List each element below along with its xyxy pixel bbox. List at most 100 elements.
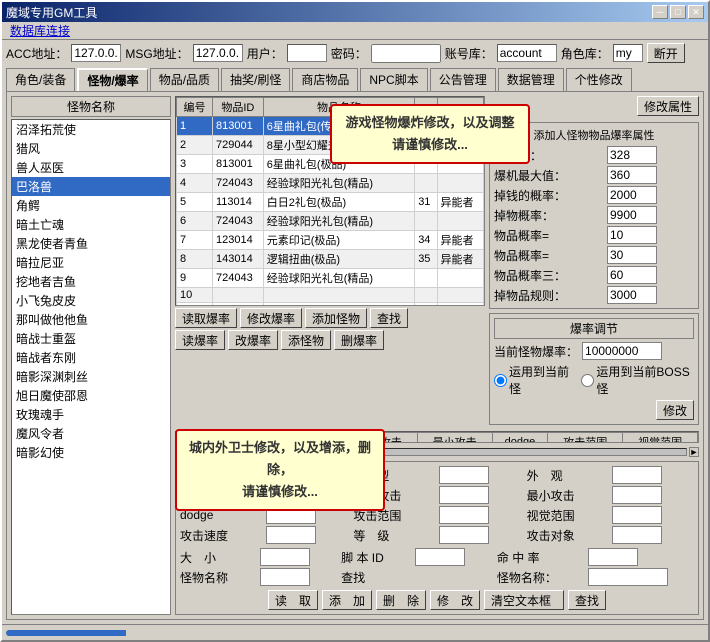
tab-lottery[interactable]: 抽奖/刷怪	[221, 68, 290, 91]
add-monster-button[interactable]: 添加怪物	[305, 308, 367, 328]
list-item[interactable]: 魔风令者	[12, 424, 170, 443]
edit-viewrange-input[interactable]	[612, 506, 662, 524]
edit-size-input[interactable]	[260, 548, 310, 566]
edit-view-input[interactable]	[612, 466, 662, 484]
add2-button[interactable]: 添怪物	[281, 330, 331, 350]
list-item[interactable]: 兽人巫医	[12, 158, 170, 177]
msg-input[interactable]	[193, 44, 243, 62]
role-input[interactable]	[613, 44, 643, 62]
list-item[interactable]: 暗战者东刚	[12, 348, 170, 367]
current-rate-input[interactable]	[582, 342, 662, 360]
restore-button[interactable]: □	[670, 5, 686, 19]
list-item[interactable]: 挖地者吉鱼	[12, 272, 170, 291]
edit-scriptid-input[interactable]	[415, 548, 465, 566]
acc-input[interactable]	[71, 44, 121, 62]
tab-monster[interactable]: 怪物/爆率	[77, 68, 147, 91]
read-rate-button[interactable]: 读取爆率	[175, 308, 237, 328]
pwd-input[interactable]	[371, 44, 441, 63]
item-weight3-input[interactable]	[607, 266, 657, 284]
list-item[interactable]: 玫瑰魂手	[12, 405, 170, 424]
radio1-label: 运用到当前怪	[494, 363, 575, 397]
trash-rate-input[interactable]	[607, 206, 657, 224]
list-item[interactable]: 暗战士重盔	[12, 329, 170, 348]
tab-custom[interactable]: 个性修改	[566, 68, 632, 91]
edit-target-input[interactable]	[612, 526, 662, 544]
list-item[interactable]: 猎风	[12, 139, 170, 158]
trash-rule-input[interactable]	[607, 286, 657, 304]
del-rate-button[interactable]: 删爆率	[334, 330, 384, 350]
list-item[interactable]: 那叫做他他鱼	[12, 310, 170, 329]
modify-rate-button[interactable]: 修改爆率	[240, 308, 302, 328]
connect-button[interactable]: 断开	[647, 43, 685, 63]
edit-monstername-input[interactable]	[260, 568, 310, 586]
modify-button[interactable]: 修 改	[430, 590, 480, 610]
table-row[interactable]: 9724043经验球阳光礼包(精品)	[177, 269, 484, 288]
read2-button[interactable]: 读爆率	[175, 330, 225, 350]
col-item-id: 物品ID	[212, 98, 263, 117]
list-item[interactable]: 暗影深渊刺丝	[12, 367, 170, 386]
scroll-right[interactable]: ►	[689, 447, 699, 457]
list-item[interactable]: 小飞兔皮皮	[12, 291, 170, 310]
tab-shop[interactable]: 商店物品	[292, 68, 358, 91]
item-weight-input[interactable]	[607, 226, 657, 244]
edit-level-input[interactable]	[439, 526, 489, 544]
list-item[interactable]: 沼泽拓荒使	[12, 120, 170, 139]
list-item[interactable]: 旭日魔使邵恩	[12, 386, 170, 405]
modify2-button[interactable]: 改爆率	[228, 330, 278, 350]
tab-item[interactable]: 物品/品质	[150, 68, 219, 91]
table-row[interactable]: 7123014元素印记(极品)34异能者	[177, 231, 484, 250]
radio-current[interactable]	[494, 374, 507, 387]
tab-announcement[interactable]: 公告管理	[430, 68, 496, 91]
list-item[interactable]: 角鳄	[12, 196, 170, 215]
table-row[interactable]: 6724043经验球阳光礼包(精品)	[177, 212, 484, 231]
col-no: 编号	[177, 98, 213, 117]
max-drops-input[interactable]	[607, 166, 657, 184]
role-label: 角色库：	[561, 45, 609, 62]
delete-button[interactable]: 删 除	[376, 590, 426, 610]
edit-type-input[interactable]	[439, 466, 489, 484]
add-button[interactable]: 添 加	[322, 590, 372, 610]
read-button[interactable]: 读 取	[268, 590, 318, 610]
clear-button[interactable]: 清空文本框	[484, 590, 564, 610]
table-row[interactable]: 4724043经验球阳光礼包(精品)	[177, 174, 484, 193]
modify-props-button[interactable]: 修改属性	[637, 96, 699, 116]
item-weight2-input[interactable]	[607, 246, 657, 264]
find-execute-button[interactable]: 查找	[568, 590, 606, 610]
edit-atkspeed-input[interactable]	[266, 526, 316, 544]
edit-monstername-label: 怪物名称	[180, 569, 254, 586]
edit-view-label: 外 观	[527, 467, 607, 484]
monster-list[interactable]: 沼泽拓荒使 猎风 兽人巫医 巴洛兽 角鳄 暗土亡魂 黑龙使者青鱼 暗拉尼亚 挖地…	[11, 119, 171, 615]
table-row[interactable]: 8143014逻辑扭曲(极品)35异能者	[177, 250, 484, 269]
user-input[interactable]	[287, 44, 327, 62]
current-rate-label: 当前怪物爆率：	[494, 343, 578, 360]
drop-value-input[interactable]	[607, 146, 657, 164]
list-item[interactable]: 暗土亡魂	[12, 215, 170, 234]
minimize-button[interactable]: ─	[652, 5, 668, 19]
menu-database[interactable]: 数据库连接	[4, 21, 76, 40]
drop-rate-input[interactable]	[607, 186, 657, 204]
db-input[interactable]	[497, 44, 557, 62]
edit-minatk-input[interactable]	[612, 486, 662, 504]
list-item[interactable]: 黑龙使者青鱼	[12, 234, 170, 253]
table-row[interactable]: 11490084月影传说(极品)	[177, 303, 484, 307]
edit-deathrate-input[interactable]	[588, 548, 638, 566]
edit-atkrange-input[interactable]	[439, 506, 489, 524]
find-button[interactable]: 查找	[370, 308, 408, 328]
list-item[interactable]: 暗影幻使	[12, 443, 170, 462]
tab-data[interactable]: 数据管理	[498, 68, 564, 91]
find-monster-input[interactable]	[588, 568, 668, 586]
radio-boss[interactable]	[581, 374, 594, 387]
table-row[interactable]: 5113014白日2礼包(极品)31异能者	[177, 193, 484, 212]
item-weight3-label: 物品概率三：	[494, 267, 603, 284]
close-button[interactable]: ✕	[688, 5, 704, 19]
edit-atkspeed-label: 攻击速度	[180, 527, 260, 544]
list-item[interactable]: 暗拉尼亚	[12, 253, 170, 272]
trash-rate-label: 掉物概率：	[494, 207, 603, 224]
tab-equipment[interactable]: 角色/装备	[6, 68, 75, 91]
tab-npc[interactable]: NPC脚本	[360, 68, 427, 91]
table-row[interactable]: 10	[177, 288, 484, 303]
edit-minatk-label: 最小攻击	[527, 487, 607, 504]
edit-maxatk-input[interactable]	[439, 486, 489, 504]
explosion-modify-button[interactable]: 修改	[656, 400, 694, 420]
list-item-selected[interactable]: 巴洛兽	[12, 177, 170, 196]
